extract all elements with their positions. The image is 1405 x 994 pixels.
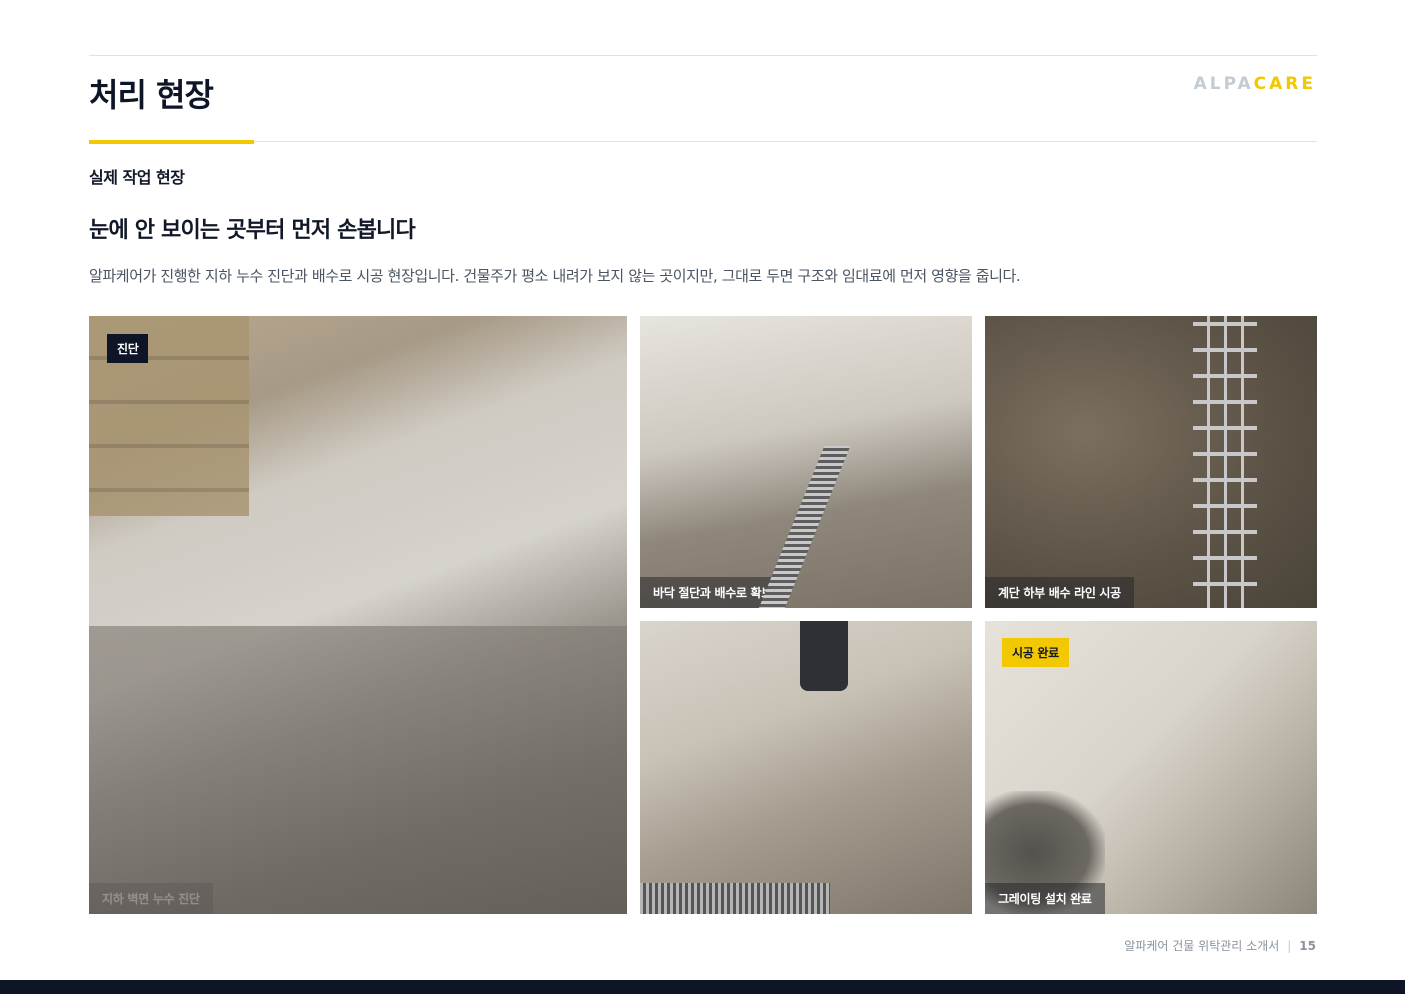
section-headline: 눈에 안 보이는 곳부터 먼저 손봅니다 [89, 218, 416, 243]
photo-caption: 바닥 절단과 배수로 확보 [640, 577, 786, 608]
photo-grating-complete: 시공 완료 그레이팅 설치 완료 [985, 621, 1317, 914]
title-divider [254, 141, 1317, 142]
completion-badge: 시공 완료 [1002, 638, 1069, 667]
diagnosis-badge: 진단 [107, 334, 149, 363]
title-accent-bar [89, 140, 254, 144]
section-description: 알파케어가 진행한 지하 누수 진단과 배수로 시공 현장입니다. 건물주가 평… [89, 267, 1021, 285]
photo-caption: 그레이팅 설치 완료 [985, 883, 1105, 914]
photo-stair-drain-line: 계단 하부 배수 라인 시공 [985, 316, 1317, 608]
section-kicker: 실제 작업 현장 [89, 168, 185, 187]
footer-doc-title: 알파케어 건물 위탁관리 소개서 [1124, 939, 1280, 953]
logo-alpa-text: ALPA [1193, 74, 1254, 94]
page-footer: 알파케어 건물 위탁관리 소개서 | 15 [1124, 937, 1316, 954]
bottom-band [0, 980, 1405, 994]
photo-caption: 집수정 정비 [640, 883, 724, 914]
page-number: 15 [1299, 939, 1316, 953]
photo-caption: 지하 벽면 누수 진단 [89, 883, 213, 914]
footer-separator: | [1287, 939, 1292, 953]
logo-care-text: CARE [1253, 74, 1316, 94]
photo-caption: 계단 하부 배수 라인 시공 [985, 577, 1134, 608]
top-divider [89, 55, 1317, 56]
brand-logo: ALPACARE [1194, 74, 1316, 94]
photo-sump-maintenance: 집수정 정비 [640, 621, 972, 914]
photo-wall-leak-diagnosis: 진단 지하 벽면 누수 진단 [89, 316, 627, 914]
page-title: 처리 현장 [89, 76, 214, 114]
photo-floor-cutting-drain: 바닥 절단과 배수로 확보 [640, 316, 972, 608]
